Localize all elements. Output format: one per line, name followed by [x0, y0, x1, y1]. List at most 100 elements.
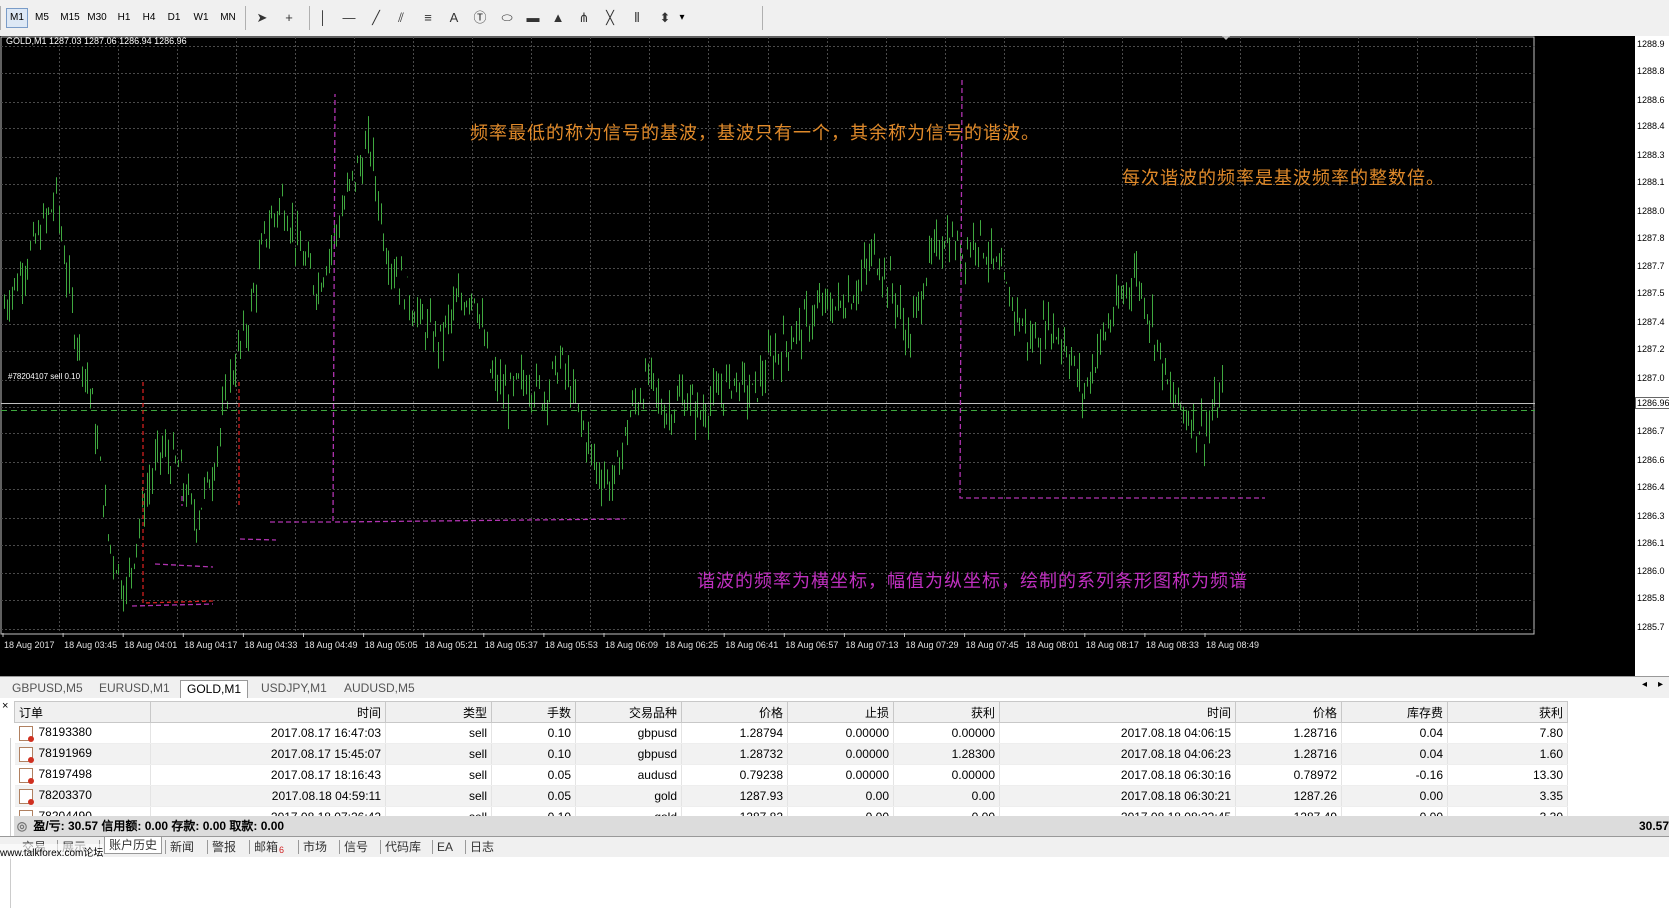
x-tick-label: 18 Aug 08:17	[1086, 640, 1139, 650]
y-tick-label: 1287.7	[1637, 261, 1665, 272]
order-cell: 78197498	[14, 764, 151, 786]
timeframe-m30[interactable]: M30	[84, 8, 110, 28]
totals-icon: ◎	[16, 819, 28, 833]
table-cell: 0.78972	[1235, 764, 1342, 786]
order-closed-icon	[18, 767, 34, 784]
x-tick-label: 18 Aug 05:53	[545, 640, 598, 650]
timeframe-w1[interactable]: W1	[190, 8, 212, 28]
crosshair-icon[interactable]: +	[279, 8, 299, 28]
trendline-icon[interactable]: ╱	[366, 8, 386, 28]
timeframe-h4[interactable]: H4	[138, 8, 160, 28]
column-header[interactable]: 订单	[14, 701, 151, 723]
text-label-icon[interactable]: Ⓣ	[470, 8, 490, 28]
price-chart[interactable]: 18 Aug 2017 18 Aug 03:45 18 Aug 04:01 18 Au…	[0, 36, 1635, 676]
annotation-harmonic: 每次谐波的频率是基波频率的整数倍。	[1122, 168, 1445, 189]
arrows-dropdown-icon[interactable]: ▾	[677, 8, 687, 28]
tab-separator	[339, 840, 340, 854]
x-tick-label: 18 Aug 03:45	[64, 640, 117, 650]
tabs-scroll-right-icon[interactable]: ▸	[1658, 679, 1663, 690]
table-cell: gbpusd	[575, 743, 682, 765]
chart-tab-audusdm5[interactable]: AUDUSD,M5	[338, 680, 421, 697]
timeframe-m1[interactable]: M1	[6, 8, 28, 28]
column-header[interactable]: 手数	[491, 701, 576, 723]
fibonacci-icon[interactable]: ≡	[418, 8, 438, 28]
column-header[interactable]: 时间	[150, 701, 386, 723]
x-tick-label: 18 Aug 08:33	[1146, 640, 1199, 650]
chart-tab-eurusdm1[interactable]: EURUSD,M1	[93, 680, 176, 697]
terminal-tab-5[interactable]: 邮箱	[254, 839, 278, 855]
order-id: 78191969	[38, 746, 92, 761]
equidistant-channel-icon[interactable]: ⫽	[391, 8, 411, 28]
arrows-icon[interactable]: ⬍	[655, 8, 675, 28]
column-header[interactable]: 获利	[893, 701, 1000, 723]
table-cell: 0.00000	[787, 764, 894, 786]
totals-row: ◎ 盈/亏: 30.57 信用额: 0.00 存款: 0.00 取款: 0.00…	[14, 816, 1669, 836]
table-cell: 2017.08.18 04:06:23	[999, 743, 1236, 765]
table-row[interactable]: 78191969 2017.08.17 15:45:07 sell 0.10 gbpus…	[14, 743, 1568, 765]
terminal-tab-2[interactable]: 账户历史	[104, 837, 163, 854]
x-tick-label: 18 Aug 08:01	[1026, 640, 1079, 650]
chart-tab-goldm1[interactable]: GOLD,M1	[180, 680, 249, 698]
y-tick-label: 1287.0	[1637, 372, 1665, 383]
timeframe-m15[interactable]: M15	[57, 8, 83, 28]
text-icon[interactable]: A	[444, 8, 464, 28]
triangle-icon[interactable]: ▲	[548, 8, 568, 28]
chart-tab-gbpusdm5[interactable]: GBPUSD,M5	[6, 680, 89, 697]
column-header[interactable]: 止损	[787, 701, 894, 723]
terminal-tab-4[interactable]: 警报	[212, 839, 236, 855]
table-cell: 0.00000	[787, 722, 894, 744]
harmonic-step-line	[154, 563, 214, 568]
andrews-pitchfork-icon[interactable]: ⋔	[574, 8, 594, 28]
table-cell: sell	[385, 764, 492, 786]
x-tick-label: 18 Aug 07:13	[845, 640, 898, 650]
column-header[interactable]: 交易品种	[575, 701, 682, 723]
column-header[interactable]: 价格	[1235, 701, 1342, 723]
close-icon[interactable]: ×	[2, 700, 8, 712]
table-cell: 1.28716	[1235, 722, 1342, 744]
column-header[interactable]: 价格	[681, 701, 788, 723]
table-row[interactable]: 78197498 2017.08.17 18:16:43 sell 0.05 audus…	[14, 764, 1568, 786]
vertical-line-icon[interactable]: │	[313, 8, 333, 28]
table-cell: 0.05	[491, 785, 576, 807]
toolbar: M1 M5 M15 M30 H1 H4 D1 W1 MN ➤ + │ — ╱ ⫽ ≡ A Ⓣ ⬭ ▬ ▲ ⋔ ╳ ⦀ ⬍ ▾	[0, 0, 1669, 37]
y-tick-label: 1288.1	[1637, 177, 1665, 188]
y-tick-label: 1286.4	[1637, 482, 1665, 493]
column-header[interactable]: 时间	[999, 701, 1236, 723]
tab-separator	[165, 840, 166, 854]
tab-separator	[298, 840, 299, 854]
column-header[interactable]: 库存费	[1341, 701, 1448, 723]
y-tick-label: 1288.6	[1637, 94, 1665, 105]
toolbar-separator	[0, 6, 1, 30]
timeframe-mn[interactable]: MN	[217, 8, 239, 28]
column-header[interactable]: 获利	[1447, 701, 1568, 723]
terminal-tab-6[interactable]: 市场	[303, 839, 327, 855]
terminal-tab-10[interactable]: 日志	[470, 839, 494, 855]
table-cell: 1.28732	[681, 743, 788, 765]
order-cell: 78191969	[14, 743, 151, 765]
ellipse-icon[interactable]: ⬭	[497, 8, 517, 28]
order-line-label[interactable]: #78204107 sell 0.10	[8, 372, 80, 381]
table-cell: 2017.08.17 18:16:43	[150, 764, 386, 786]
timeframe-h1[interactable]: H1	[113, 8, 135, 28]
y-tick-label: 1287.4	[1637, 317, 1665, 328]
terminal-tab-9[interactable]: EA	[437, 839, 453, 855]
harmonic-step-line	[270, 93, 336, 523]
chart-tab-usdjpym1[interactable]: USDJPY,M1	[255, 680, 333, 697]
annotation-spectrum: 谐波的频率为横坐标，幅值为纵坐标，绘制的系列条形图称为频谱	[697, 571, 1248, 592]
timeframe-d1[interactable]: D1	[163, 8, 185, 28]
table-row[interactable]: 78203370 2017.08.18 04:59:11 sell 0.05 gold 1…	[14, 785, 1568, 807]
table-cell: 2017.08.17 15:45:07	[150, 743, 386, 765]
y-tick-label: 1288.4	[1637, 121, 1665, 132]
terminal-tab-3[interactable]: 新闻	[170, 839, 194, 855]
gann-icon[interactable]: ╳	[600, 8, 620, 28]
table-row[interactable]: 78193380 2017.08.17 16:47:03 sell 0.10 gbpus…	[14, 722, 1568, 744]
column-header[interactable]: 类型	[385, 701, 492, 723]
horizontal-line-icon[interactable]: —	[339, 8, 359, 28]
rectangle-icon[interactable]: ▬	[523, 8, 543, 28]
timeframe-m5[interactable]: M5	[31, 8, 53, 28]
cycle-lines-icon[interactable]: ⦀	[627, 8, 647, 28]
terminal-tab-7[interactable]: 信号	[344, 839, 368, 855]
terminal-tab-8[interactable]: 代码库	[385, 839, 421, 855]
tabs-scroll-left-icon[interactable]: ◂	[1642, 679, 1647, 690]
cursor-icon[interactable]: ➤	[252, 8, 272, 28]
